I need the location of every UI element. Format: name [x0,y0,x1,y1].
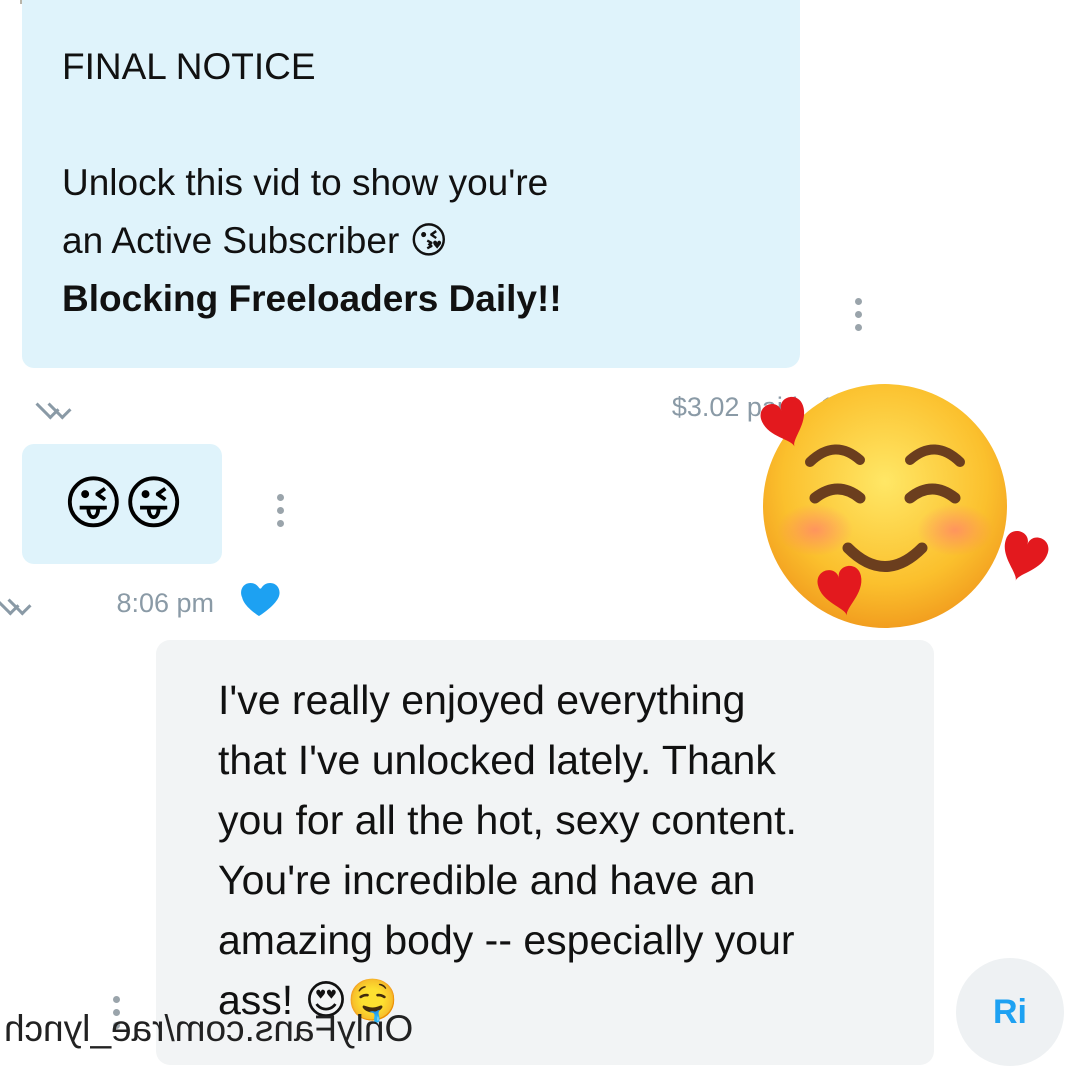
message-line: an Active Subscriber 😘 [62,220,449,261]
avatar[interactable]: Ri [956,958,1064,1066]
time-label: 8:06 pm [116,588,214,618]
read-checks-icon [0,591,32,616]
read-checks-icon [34,395,72,420]
message-line: You're incredible and have an [218,857,756,903]
message-meta: 8:06 pm [116,588,214,619]
message-text: I've really enjoyed everything that I've… [218,670,908,1030]
message-line: Unlock this vid to show you're [62,162,549,203]
avatar-initials: Ri [993,992,1027,1031]
smiling-face-with-hearts-icon [760,384,1049,628]
chat-view: FINAL NOTICE Unlock this vid to show you… [0,0,1080,1080]
message-line: that I've unlocked lately. Thank [218,737,776,783]
message-line: amazing body -- especially your [218,917,795,963]
message-emojis: 😜😜 [63,471,184,536]
message-line: FINAL NOTICE [62,46,316,87]
message-options-icon[interactable] [854,298,862,331]
message-text: FINAL NOTICE Unlock this vid to show you… [62,38,712,328]
message-bubble-ppv[interactable]: FINAL NOTICE Unlock this vid to show you… [22,0,800,368]
message-bubble-fan[interactable]: I've really enjoyed everything that I've… [156,640,934,1065]
message-line: you for all the hot, sexy content. [218,797,797,843]
message-options-icon[interactable] [276,494,284,527]
heart-icon[interactable] [234,574,284,622]
message-line [62,96,712,154]
watermark-text: OnlyFans.com/rae_lynch [4,1008,414,1049]
message-bubble-emoji[interactable]: 😜😜 [22,444,222,564]
message-line: I've really enjoyed everything [218,677,746,723]
message-line: Blocking Freeloaders Daily!! [62,278,562,319]
